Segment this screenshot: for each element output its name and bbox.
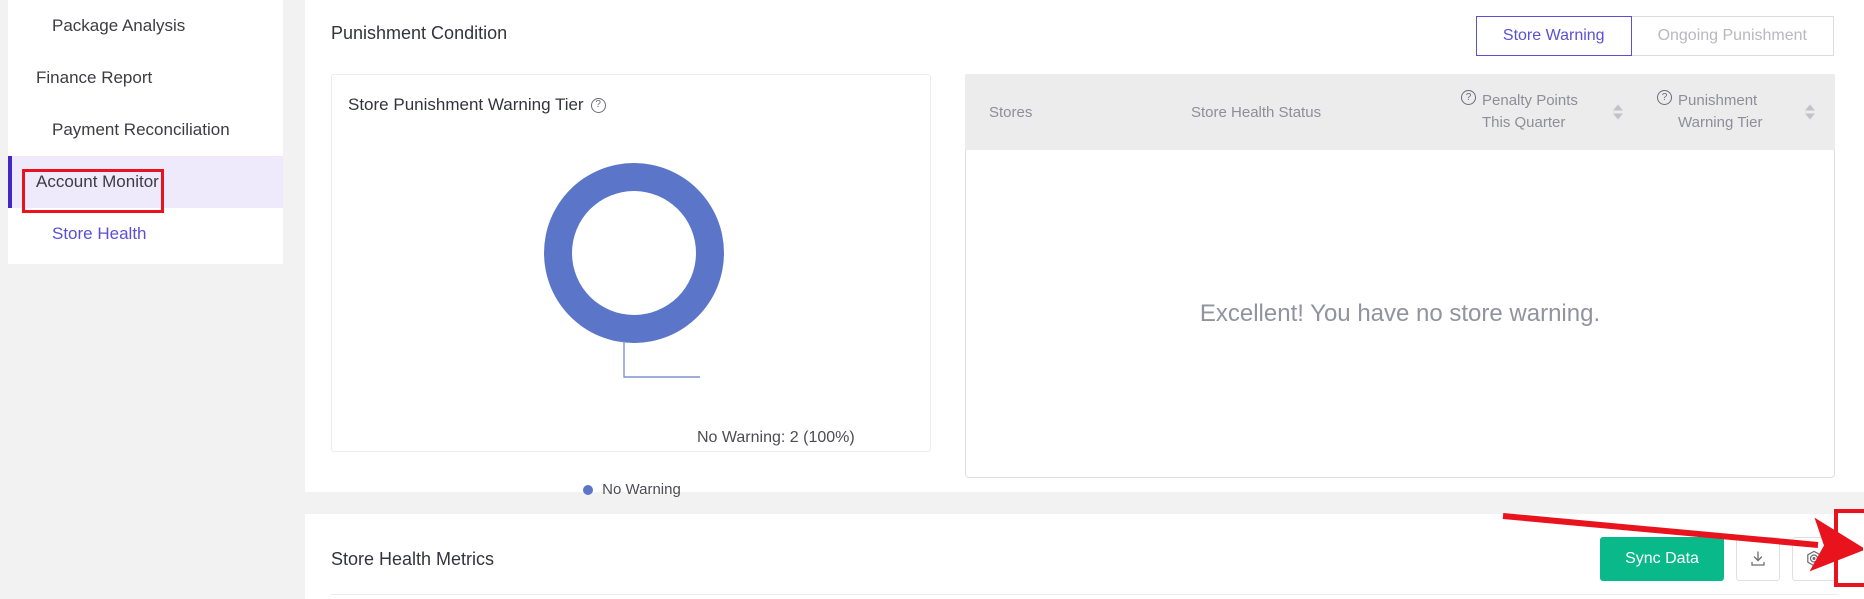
page-title: Punishment Condition	[331, 23, 508, 43]
column-label-line1: Penalty Points	[1482, 92, 1578, 110]
sort-toggle-punishment-tier[interactable]	[1805, 104, 1815, 120]
sidebar-item-package-analysis[interactable]: Package Analysis	[8, 0, 283, 52]
sort-descending-icon	[1613, 113, 1623, 120]
column-label-line1: Punishment	[1678, 92, 1758, 110]
sort-ascending-icon	[1805, 104, 1815, 111]
sidebar-item-label: Finance Report	[36, 68, 153, 87]
column-header-content: ? Penalty Points This Quarter	[1461, 90, 1578, 134]
sidebar-item-payment-reconciliation[interactable]: Payment Reconciliation	[8, 104, 283, 156]
metrics-toolbar: Sync Data	[1600, 537, 1836, 581]
legend-label: No Warning	[602, 481, 681, 498]
sidebar-panel: Package Analysis Finance Report Payment …	[8, 0, 283, 264]
tab-store-warning[interactable]: Store Warning	[1475, 16, 1632, 56]
store-health-metrics-card: Store Health Metrics Sync Data	[305, 514, 1864, 599]
column-label: Store Health Status	[1191, 103, 1322, 121]
column-label-line2: Warning Tier	[1678, 114, 1763, 131]
table-column-stores: Stores	[965, 74, 1177, 150]
sidebar-item-account-monitor[interactable]: Account Monitor	[8, 156, 283, 208]
tab-label: Store Warning	[1502, 27, 1605, 44]
question-circle-icon[interactable]: ?	[590, 97, 606, 113]
sidebar-item-label: Account Monitor	[36, 172, 159, 191]
empty-state-message: Excellent! You have no store warning.	[1199, 299, 1601, 327]
sidebar-item-finance-report[interactable]: Finance Report	[8, 52, 283, 104]
column-label-lines: Penalty Points This Quarter	[1482, 90, 1578, 134]
table-column-penalty-points: ? Penalty Points This Quarter	[1447, 74, 1643, 150]
sidebar-item-label: Payment Reconciliation	[52, 120, 230, 139]
main-content: Punishment Condition Store Warning Ongoi…	[283, 0, 1864, 599]
question-circle-icon[interactable]: ?	[1657, 90, 1672, 106]
store-punishment-warning-tier-card: Store Punishment Warning Tier ? No Warni…	[331, 74, 932, 498]
donut-hole	[572, 191, 696, 315]
sync-data-button[interactable]: Sync Data	[1600, 537, 1724, 581]
tab-ongoing-punishment[interactable]: Ongoing Punishment	[1631, 16, 1834, 56]
column-label-lines: Punishment Warning Tier	[1678, 90, 1762, 134]
sidebar-item-store-health[interactable]: Store Health	[8, 208, 283, 260]
donut-leader-line	[623, 341, 700, 378]
sort-ascending-icon	[1613, 104, 1623, 111]
sort-descending-icon	[1805, 113, 1815, 120]
column-header-content: ? Punishment Warning Tier	[1657, 90, 1762, 134]
view-tabs: Store Warning Ongoing Punishment	[1475, 16, 1834, 56]
download-button[interactable]	[1736, 537, 1780, 581]
tab-label: Ongoing Punishment	[1657, 27, 1807, 44]
metrics-section-title: Store Health Metrics	[331, 549, 495, 569]
settings-button[interactable]	[1792, 537, 1836, 581]
app-root: Package Analysis Finance Report Payment …	[0, 0, 1864, 599]
column-label-line2: This Quarter	[1482, 114, 1566, 131]
download-icon	[1751, 551, 1765, 566]
punishment-condition-header: Punishment Condition Store Warning Ongoi…	[305, 0, 1864, 70]
donut-title-text: Store Punishment Warning Tier	[348, 95, 584, 114]
store-warning-table: Stores Store Health Status ? Penalty Poi…	[965, 74, 1835, 478]
table-header-row: Stores Store Health Status ? Penalty Poi…	[965, 74, 1835, 150]
donut-card-title: Store Punishment Warning Tier ?	[348, 95, 606, 115]
sidebar-item-label: Store Health	[52, 224, 147, 243]
question-circle-icon[interactable]: ?	[1461, 90, 1476, 106]
sort-toggle-penalty-points[interactable]	[1613, 104, 1623, 120]
table-column-store-health-status: Store Health Status	[1177, 74, 1447, 150]
donut-legend: No Warning	[332, 481, 932, 498]
sidebar: Package Analysis Finance Report Payment …	[0, 0, 283, 599]
metrics-divider	[331, 594, 1838, 595]
punishment-condition-card: Punishment Condition Store Warning Ongoi…	[305, 0, 1864, 498]
table-column-punishment-warning-tier: ? Punishment Warning Tier	[1643, 74, 1835, 150]
donut-data-label: No Warning: 2 (100%)	[697, 429, 855, 446]
legend-color-swatch	[583, 484, 594, 495]
column-label: Stores	[989, 103, 1033, 121]
donut-chart: No Warning: 2 (100%) No Warning	[332, 119, 932, 498]
sidebar-item-label: Package Analysis	[52, 16, 186, 35]
table-body-empty-state: Excellent! You have no store warning.	[965, 150, 1835, 478]
target-settings-icon	[1807, 550, 1821, 567]
